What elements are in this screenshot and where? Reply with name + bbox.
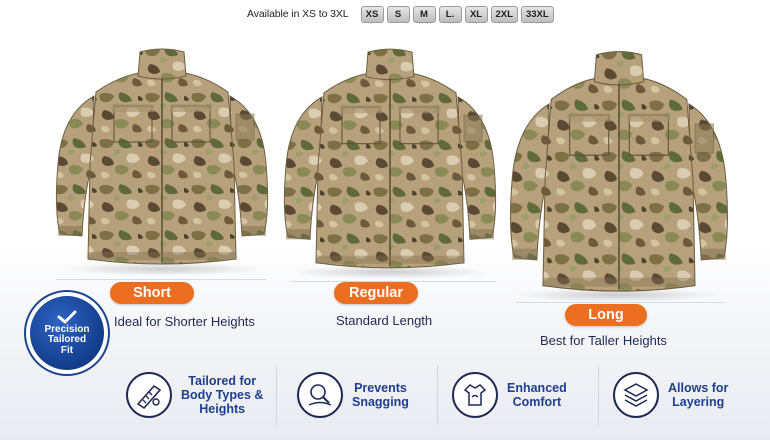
- feature-tailored-label: Tailored for Body Types & Heights: [181, 374, 263, 416]
- prevents-snagging-icon: [297, 372, 343, 418]
- size-option-l[interactable]: L.: [438, 5, 462, 23]
- feature-comfort: Enhanced Comfort: [438, 365, 598, 425]
- fit-label-regular: Regular: [334, 282, 418, 304]
- features-row: Tailored for Body Types & Heights Preven…: [112, 365, 758, 425]
- regular-jacket-image: [283, 48, 497, 269]
- size-option-s[interactable]: S: [386, 5, 410, 23]
- layering-icon: [613, 372, 659, 418]
- long-jacket-image: [509, 50, 729, 292]
- size-option-xl[interactable]: XL: [464, 5, 488, 23]
- feature-line: Heights: [199, 402, 246, 416]
- size-option-xs[interactable]: XS: [360, 5, 384, 23]
- feature-line: Layering: [672, 395, 725, 409]
- fit-description-long: Best for Taller Heights: [540, 333, 667, 348]
- feature-tailored: Tailored for Body Types & Heights: [112, 365, 276, 425]
- divider: [56, 279, 266, 280]
- divider: [516, 302, 726, 303]
- feature-line: Prevents: [354, 381, 407, 395]
- fit-label-short: Short: [110, 282, 194, 304]
- feature-line: Enhanced: [507, 381, 567, 395]
- fit-label-long: Long: [565, 304, 647, 326]
- enhanced-comfort-icon: [452, 372, 498, 418]
- size-option-2xl[interactable]: 2XL: [490, 5, 518, 23]
- feature-layering: Allows for Layering: [599, 365, 757, 425]
- feature-layering-label: Allows for Layering: [668, 381, 728, 409]
- size-option-3xl[interactable]: 33XL: [520, 5, 554, 23]
- feature-line: Comfort: [512, 395, 562, 409]
- feature-snagging-label: Prevents Snagging: [352, 381, 409, 409]
- feature-snagging: Prevents Snagging: [277, 365, 437, 425]
- precision-fit-badge: Precision Tailored Fit: [24, 290, 110, 376]
- feature-line: Snagging: [352, 395, 409, 409]
- fit-description-regular: Standard Length: [336, 313, 433, 328]
- sizes-label: Available in XS to 3XL: [247, 8, 349, 20]
- badge-inner: Precision Tailored Fit: [30, 296, 104, 370]
- size-option-m[interactable]: M: [412, 5, 436, 23]
- short-jacket-image: [55, 48, 269, 265]
- feature-line: Body Types &: [181, 388, 264, 402]
- checkmark-icon: [57, 310, 77, 324]
- fit-description-short: Ideal for Shorter Heights: [114, 314, 255, 329]
- feature-comfort-label: Enhanced Comfort: [507, 381, 567, 409]
- feature-line: Allows for: [668, 381, 729, 395]
- feature-line: Tailored for: [188, 374, 257, 388]
- size-selector: Available in XS to 3XL XS S M L. XL 2XL …: [247, 5, 554, 23]
- tailored-fit-icon: [126, 372, 172, 418]
- badge-line-3: Fit: [60, 344, 74, 356]
